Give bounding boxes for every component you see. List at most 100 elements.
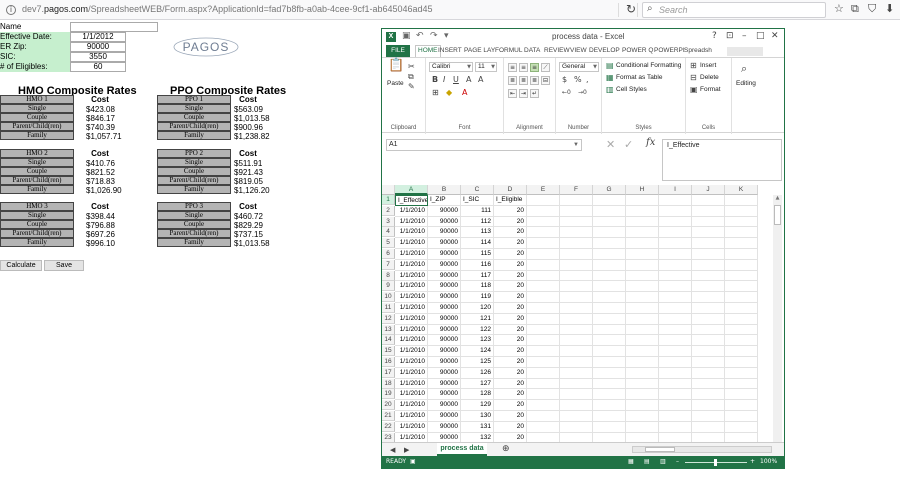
minimize-icon[interactable]: – bbox=[742, 31, 747, 41]
next-sheet-icon[interactable]: ▶ bbox=[404, 445, 409, 455]
data-cell[interactable] bbox=[692, 378, 725, 390]
data-cell[interactable]: 126 bbox=[461, 367, 494, 379]
data-cell[interactable] bbox=[659, 346, 692, 357]
row-header[interactable]: 11 bbox=[382, 303, 395, 313]
name-input[interactable] bbox=[70, 22, 158, 32]
data-cell[interactable] bbox=[692, 259, 725, 271]
data-cell[interactable] bbox=[659, 259, 692, 271]
merge-icon[interactable]: ⊟ bbox=[541, 76, 550, 85]
data-cell[interactable] bbox=[527, 411, 560, 422]
quick-access-icon[interactable]: ▾ bbox=[444, 31, 449, 41]
row-header[interactable]: 4 bbox=[382, 227, 395, 238]
data-cell[interactable] bbox=[560, 324, 593, 336]
data-cell[interactable] bbox=[692, 227, 725, 239]
data-cell[interactable] bbox=[692, 313, 725, 325]
font-color-icon[interactable]: A bbox=[462, 88, 467, 98]
data-cell[interactable] bbox=[626, 346, 659, 357]
data-cell[interactable]: 20 bbox=[494, 367, 527, 379]
data-cell[interactable] bbox=[527, 367, 560, 379]
data-cell[interactable] bbox=[593, 400, 626, 411]
data-cell[interactable] bbox=[527, 357, 560, 368]
data-cell[interactable] bbox=[626, 238, 659, 249]
data-cell[interactable]: 1/1/2010 bbox=[395, 389, 428, 401]
sic-input[interactable]: 3550 bbox=[70, 52, 126, 62]
data-cell[interactable] bbox=[692, 238, 725, 249]
data-cell[interactable] bbox=[659, 227, 692, 239]
data-cell[interactable] bbox=[593, 238, 626, 249]
data-cell[interactable] bbox=[725, 313, 758, 325]
insert-function-icon[interactable]: fx bbox=[646, 137, 655, 148]
comma-icon[interactable]: , bbox=[586, 75, 589, 85]
tab-spreadsh[interactable]: Spreadsh bbox=[684, 45, 712, 57]
data-cell[interactable] bbox=[659, 357, 692, 368]
data-cell[interactable] bbox=[527, 292, 560, 303]
data-cell[interactable]: 118 bbox=[461, 281, 494, 293]
tab-powerpi[interactable]: POWERPI bbox=[654, 45, 685, 57]
data-cell[interactable]: 20 bbox=[494, 421, 527, 433]
row-header[interactable]: 20 bbox=[382, 400, 395, 411]
data-cell[interactable]: 111 bbox=[461, 205, 494, 217]
data-cell[interactable]: 90000 bbox=[428, 357, 461, 368]
data-cell[interactable] bbox=[659, 281, 692, 293]
prev-sheet-icon[interactable]: ◀ bbox=[390, 445, 395, 455]
data-cell[interactable] bbox=[725, 270, 758, 282]
data-cell[interactable]: 90000 bbox=[428, 249, 461, 260]
address-bar[interactable]: dev7.pagos.com/SpreadsheetWEB/Form.aspx?… bbox=[22, 4, 433, 14]
library-icon[interactable]: ⧉ bbox=[851, 2, 859, 16]
align-top-icon[interactable]: ≡ bbox=[508, 63, 517, 72]
data-cell[interactable] bbox=[626, 259, 659, 271]
align-center-icon[interactable]: ≣ bbox=[519, 76, 528, 85]
data-cell[interactable] bbox=[527, 313, 560, 325]
header-cell[interactable] bbox=[560, 195, 593, 206]
eligibles-input[interactable]: 60 bbox=[70, 62, 126, 72]
number-format-select[interactable]: General ▼ bbox=[559, 62, 599, 72]
data-cell[interactable]: 1/1/2010 bbox=[395, 238, 428, 249]
row-header[interactable]: 3 bbox=[382, 216, 395, 227]
undo-icon[interactable]: ↶ bbox=[416, 31, 424, 41]
zoom-out-icon[interactable]: – bbox=[676, 458, 679, 465]
vertical-scrollbar[interactable]: ▲ bbox=[773, 195, 782, 455]
format-button[interactable]: Format bbox=[700, 86, 721, 93]
data-cell[interactable] bbox=[527, 205, 560, 217]
insert-button[interactable]: Insert bbox=[700, 62, 716, 69]
zip-input[interactable]: 90000 bbox=[70, 42, 126, 52]
data-cell[interactable] bbox=[593, 227, 626, 239]
data-cell[interactable] bbox=[659, 216, 692, 228]
data-cell[interactable]: 20 bbox=[494, 259, 527, 271]
data-cell[interactable] bbox=[560, 389, 593, 401]
data-cell[interactable] bbox=[593, 346, 626, 357]
spreadsheet-grid[interactable]: ▲ A B C D E F G H I J K 1 I_Effective I_ZIP I_SIC I_Eli… bbox=[382, 185, 784, 457]
data-cell[interactable]: 1/1/2010 bbox=[395, 367, 428, 379]
header-cell[interactable]: I_Effective bbox=[395, 195, 428, 206]
align-left-icon[interactable]: ≣ bbox=[508, 76, 517, 85]
data-cell[interactable]: 90000 bbox=[428, 281, 461, 293]
formula-input[interactable]: I_Effective bbox=[662, 139, 782, 181]
align-bottom-icon[interactable]: ≡ bbox=[530, 63, 539, 72]
cell-styles-button[interactable]: Cell Styles bbox=[616, 86, 647, 93]
maximize-icon[interactable]: □ bbox=[756, 31, 765, 41]
data-cell[interactable] bbox=[593, 335, 626, 347]
data-cell[interactable]: 20 bbox=[494, 313, 527, 325]
data-cell[interactable] bbox=[626, 378, 659, 390]
data-cell[interactable]: 20 bbox=[494, 216, 527, 228]
data-cell[interactable] bbox=[593, 367, 626, 379]
data-cell[interactable]: 90000 bbox=[428, 205, 461, 217]
cell-styles-icon[interactable]: ▥ bbox=[606, 85, 614, 95]
calculate-button[interactable]: Calculate bbox=[0, 260, 42, 271]
scroll-thumb[interactable] bbox=[645, 447, 675, 452]
data-cell[interactable]: 20 bbox=[494, 205, 527, 217]
data-cell[interactable]: 90000 bbox=[428, 303, 461, 314]
data-cell[interactable] bbox=[593, 270, 626, 282]
format-as-table-icon[interactable]: ▦ bbox=[606, 73, 614, 83]
delete-icon[interactable]: ⊟ bbox=[690, 73, 697, 83]
cut-icon[interactable]: ✂ bbox=[408, 62, 415, 72]
data-cell[interactable]: 129 bbox=[461, 400, 494, 411]
data-cell[interactable] bbox=[626, 205, 659, 217]
page-break-icon[interactable]: ▥ bbox=[660, 458, 666, 465]
orientation-icon[interactable]: ⟋ bbox=[541, 63, 550, 72]
data-cell[interactable]: 1/1/2010 bbox=[395, 411, 428, 422]
data-cell[interactable] bbox=[593, 259, 626, 271]
data-cell[interactable] bbox=[692, 389, 725, 401]
data-cell[interactable]: 113 bbox=[461, 227, 494, 239]
data-cell[interactable]: 20 bbox=[494, 357, 527, 368]
